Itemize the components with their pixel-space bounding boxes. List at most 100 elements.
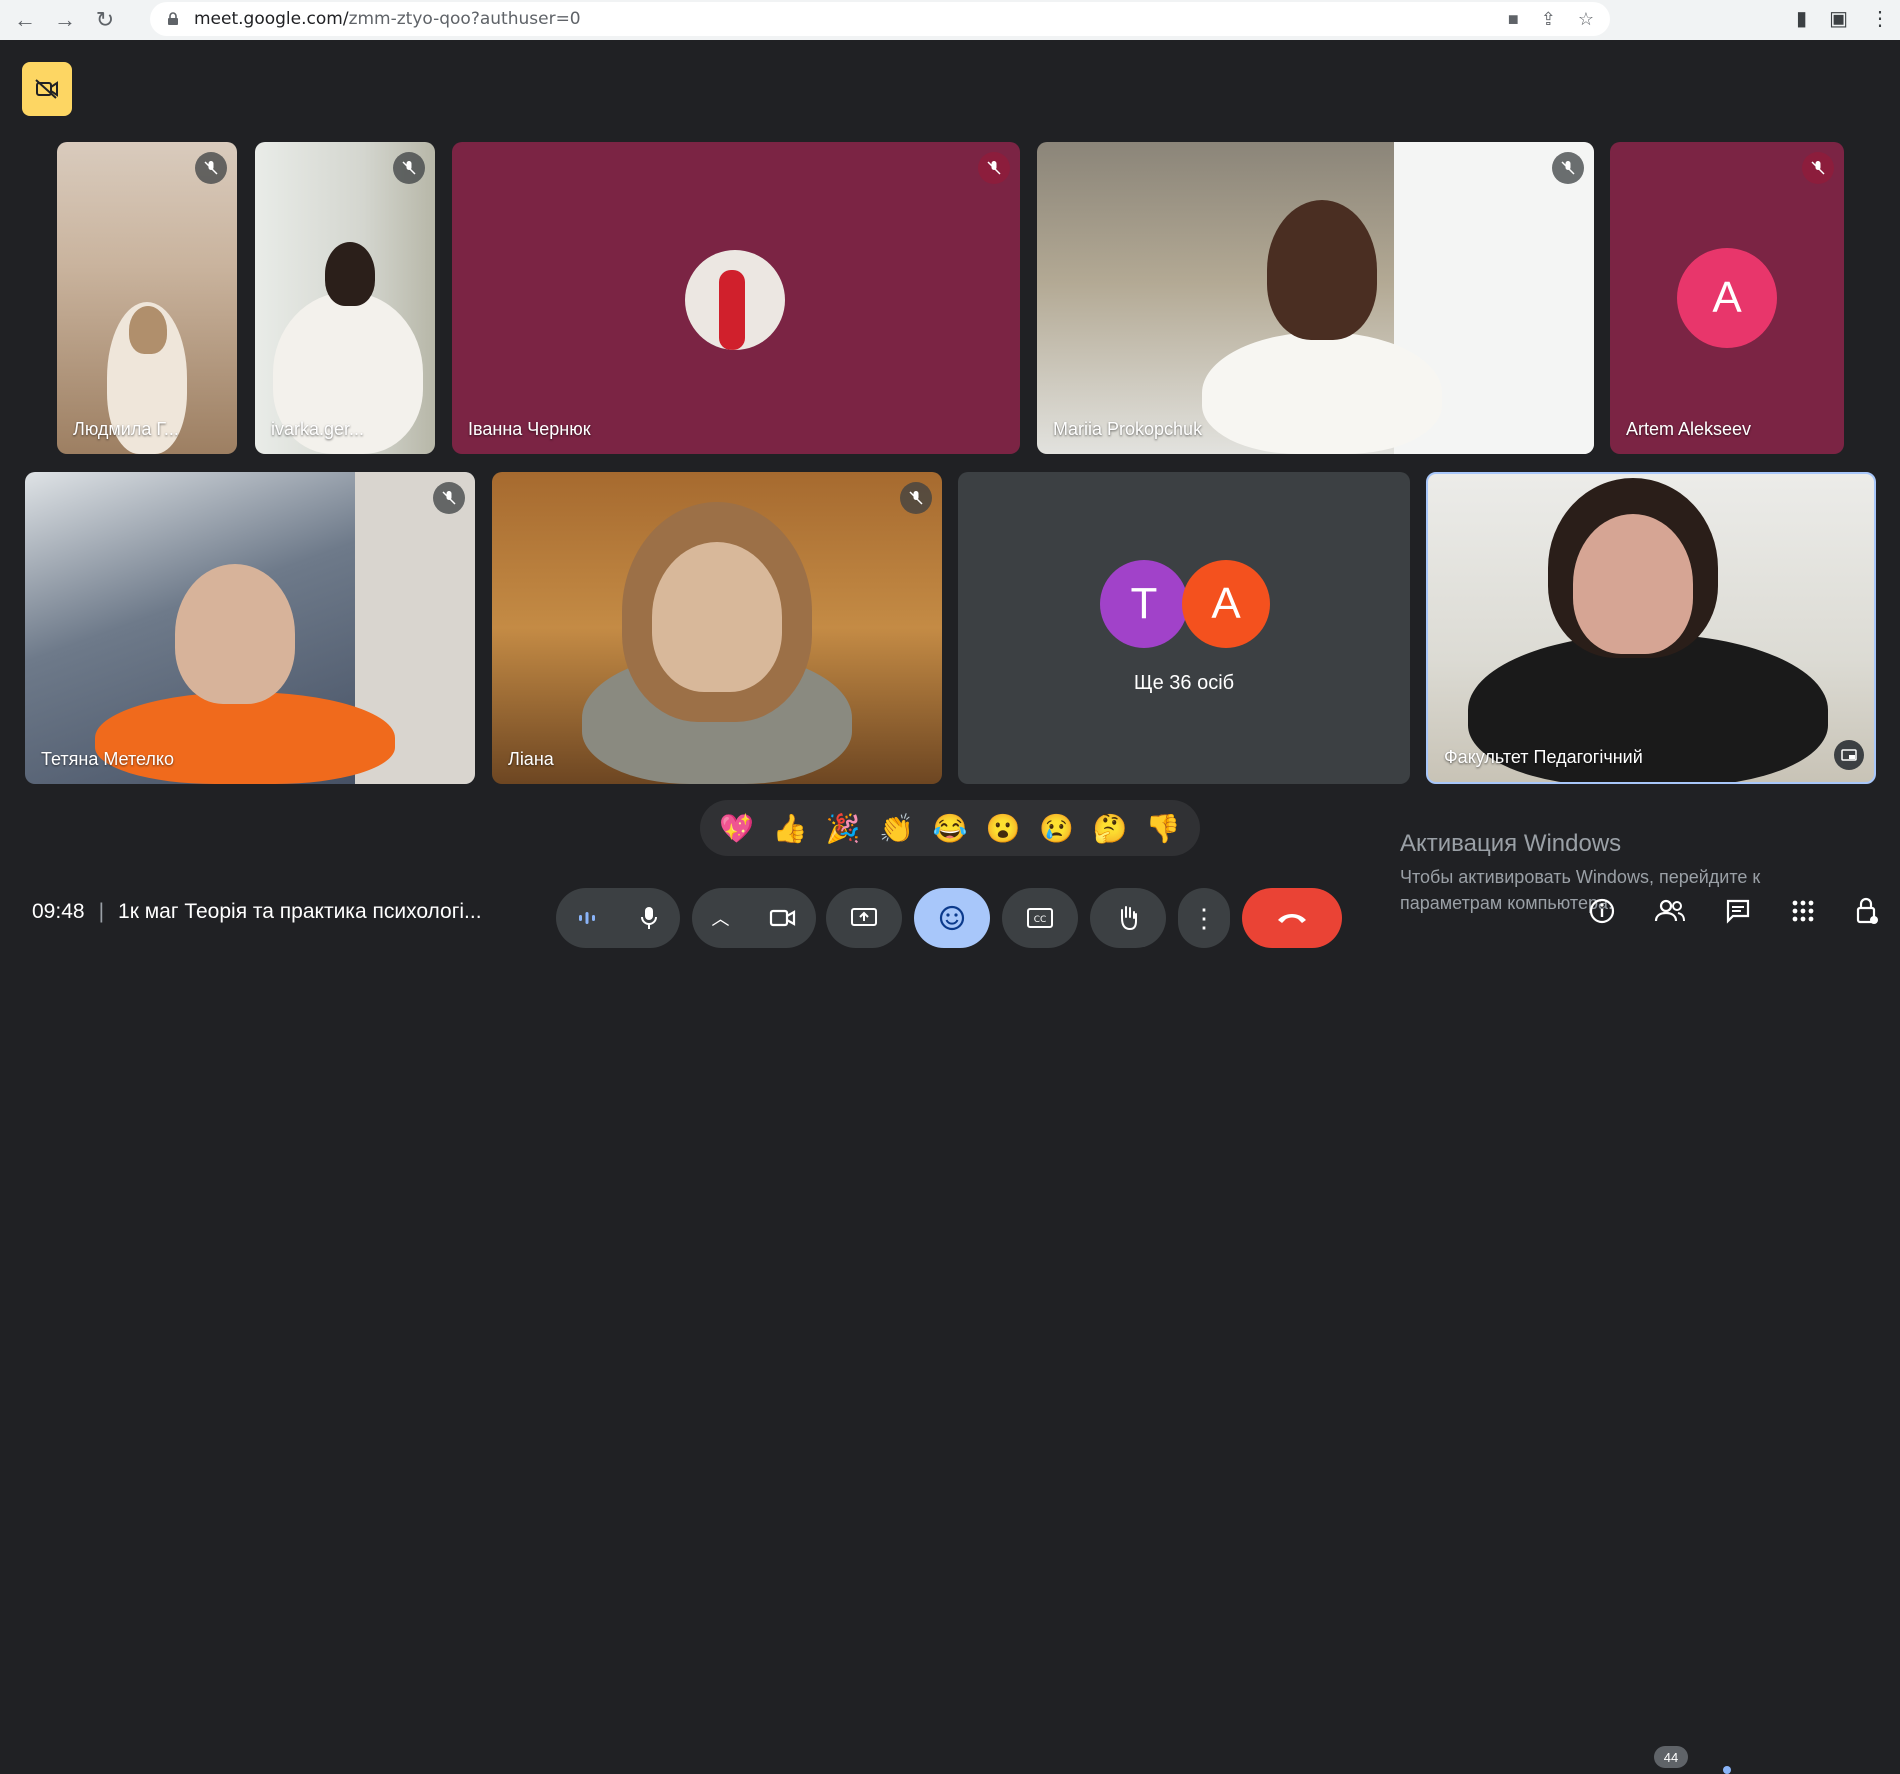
- reaction-sad-button[interactable]: 😢: [1039, 812, 1074, 845]
- avatar: T: [1100, 560, 1188, 648]
- share-icon[interactable]: ⇪: [1541, 9, 1556, 30]
- captions-icon: CC: [1027, 908, 1053, 928]
- participant-video: [1202, 332, 1442, 454]
- phone-hangup-icon: [1278, 914, 1306, 923]
- meeting-title[interactable]: 1к маг Теорія та практика психологі...: [118, 900, 482, 923]
- extension-icon[interactable]: ▣: [1829, 6, 1848, 31]
- host-controls-lock-icon[interactable]: [1854, 896, 1880, 926]
- audio-levels-icon[interactable]: [576, 909, 598, 927]
- chat-icon[interactable]: [1724, 897, 1752, 925]
- chat-notification-dot: [1723, 1766, 1731, 1774]
- others-tile[interactable]: T A Ще 36 осіб: [958, 472, 1410, 784]
- meeting-tools: [1588, 896, 1880, 926]
- more-vert-icon: ⋮: [1191, 902, 1217, 933]
- activities-grid-icon[interactable]: [1790, 898, 1816, 924]
- reactions-bar: 💖 👍 🎉 👏 😂 😮 😢 🤔 👎: [700, 800, 1200, 856]
- hand-icon: [1121, 906, 1137, 931]
- captions-button[interactable]: CC: [1002, 888, 1078, 948]
- participant-head: [129, 306, 167, 354]
- activation-title: Активация Windows: [1400, 830, 1622, 857]
- participant-face: [1573, 514, 1693, 654]
- side-panel-icon[interactable]: ▮: [1796, 6, 1807, 31]
- meeting-time: 09:48: [32, 900, 85, 923]
- address-bar[interactable]: meet.google.com/zmm-ztyo-qoo?authuser=0 …: [150, 2, 1610, 36]
- present-screen-button[interactable]: [826, 888, 902, 948]
- raise-hand-button[interactable]: [1090, 888, 1166, 948]
- mic-off-icon: [1802, 152, 1834, 184]
- svg-text:CC: CC: [1034, 915, 1047, 925]
- participant-count-badge: 44: [1654, 1746, 1688, 1768]
- browser-toolbar: ← → ↻ meet.google.com/zmm-ztyo-qoo?authu…: [0, 0, 1900, 40]
- mic-off-icon: [433, 482, 465, 514]
- participant-tile[interactable]: Тетяна Метелко: [25, 472, 475, 784]
- avatar: A: [1182, 560, 1270, 648]
- video-camera-icon[interactable]: [769, 907, 797, 929]
- reactions-button[interactable]: [914, 888, 990, 948]
- reaction-surprised-button[interactable]: 😮: [986, 812, 1021, 845]
- emoji-icon: [939, 905, 965, 931]
- participant-name: ivarka.ger...: [271, 419, 365, 439]
- mic-off-icon: [393, 152, 425, 184]
- participant-name: Тетяна Метелко: [41, 749, 174, 769]
- bookmark-star-icon[interactable]: ☆: [1578, 9, 1594, 30]
- mic-off-icon: [1552, 152, 1584, 184]
- url-text: meet.google.com/zmm-ztyo-qoo?authuser=0: [194, 9, 581, 29]
- participant-name: Людмила Г...: [73, 419, 179, 439]
- reaction-clap-button[interactable]: 👏: [879, 812, 914, 845]
- info-icon[interactable]: [1588, 897, 1616, 925]
- mic-off-icon: [978, 152, 1010, 184]
- present-icon: [851, 908, 877, 926]
- participant-name: Факультет Педагогічний: [1444, 747, 1643, 767]
- microphone-icon[interactable]: [638, 905, 660, 931]
- camera-control-group: ︿: [692, 888, 816, 948]
- participant-tile[interactable]: ivarka.ger...: [255, 142, 435, 454]
- avatar: [685, 250, 785, 350]
- meet-area: Людмила Г... ivarka.ger... Іванна Чернюк…: [0, 40, 1900, 1774]
- camera-off-warning-button[interactable]: [22, 62, 72, 116]
- participant-face: [652, 542, 782, 692]
- participant-name: Іванна Чернюк: [468, 419, 591, 439]
- menu-kebab-icon[interactable]: ⋮: [1870, 6, 1890, 31]
- leave-call-button[interactable]: [1242, 888, 1342, 948]
- reaction-thumbs-down-button[interactable]: 👎: [1146, 812, 1181, 845]
- control-bar: 09:48 | 1к маг Теорія та практика психолог…: [0, 880, 1900, 1774]
- participant-tile[interactable]: Ліана: [492, 472, 942, 784]
- mic-off-icon: [195, 152, 227, 184]
- participant-tile[interactable]: Mariia Prokopchuk: [1037, 142, 1594, 454]
- url-host: meet.google.com/: [194, 9, 349, 29]
- participant-head: [325, 242, 375, 306]
- participant-tile[interactable]: Іванна Чернюк: [452, 142, 1020, 454]
- reaction-party-button[interactable]: 🎉: [826, 812, 861, 845]
- people-icon[interactable]: [1654, 897, 1686, 925]
- meeting-info: 09:48 | 1к маг Теорія та практика психолог…: [32, 900, 482, 924]
- participant-name: Artem Alekseev: [1626, 419, 1752, 439]
- reaction-heart-button[interactable]: 💖: [719, 812, 754, 845]
- mic-off-icon: [900, 482, 932, 514]
- reaction-thinking-button[interactable]: 🤔: [1093, 812, 1128, 845]
- participant-tile[interactable]: A Artem Alekseev: [1610, 142, 1844, 454]
- url-path: zmm-ztyo-qoo?authuser=0: [348, 9, 581, 29]
- lock-icon: [168, 12, 178, 25]
- participant-tile[interactable]: Факультет Педагогічний: [1426, 472, 1876, 784]
- forward-icon[interactable]: →: [50, 5, 80, 35]
- participant-name: Mariia Prokopchuk: [1053, 419, 1203, 439]
- avatar-figure: [719, 270, 745, 350]
- more-options-button[interactable]: ⋮: [1178, 888, 1230, 948]
- divider: |: [98, 900, 105, 923]
- chevron-up-icon[interactable]: ︿: [712, 905, 730, 931]
- participant-tile[interactable]: Людмила Г...: [57, 142, 237, 454]
- avatar: A: [1677, 248, 1777, 348]
- others-count-label: Ще 36 осіб: [1133, 672, 1235, 694]
- participant-head: [175, 564, 295, 704]
- camera-indicator-icon[interactable]: ■: [1508, 9, 1519, 30]
- back-icon[interactable]: ←: [10, 5, 40, 35]
- participant-head: [1267, 200, 1377, 340]
- reaction-thumbs-up-button[interactable]: 👍: [773, 812, 808, 845]
- mic-control-group: [556, 888, 680, 948]
- pin-tile-icon[interactable]: [1834, 740, 1864, 770]
- reload-icon[interactable]: ↻: [90, 5, 120, 35]
- participant-video: [95, 692, 395, 784]
- video-off-icon: [35, 79, 58, 99]
- reaction-laugh-button[interactable]: 😂: [933, 812, 968, 845]
- participant-name: Ліана: [508, 749, 554, 769]
